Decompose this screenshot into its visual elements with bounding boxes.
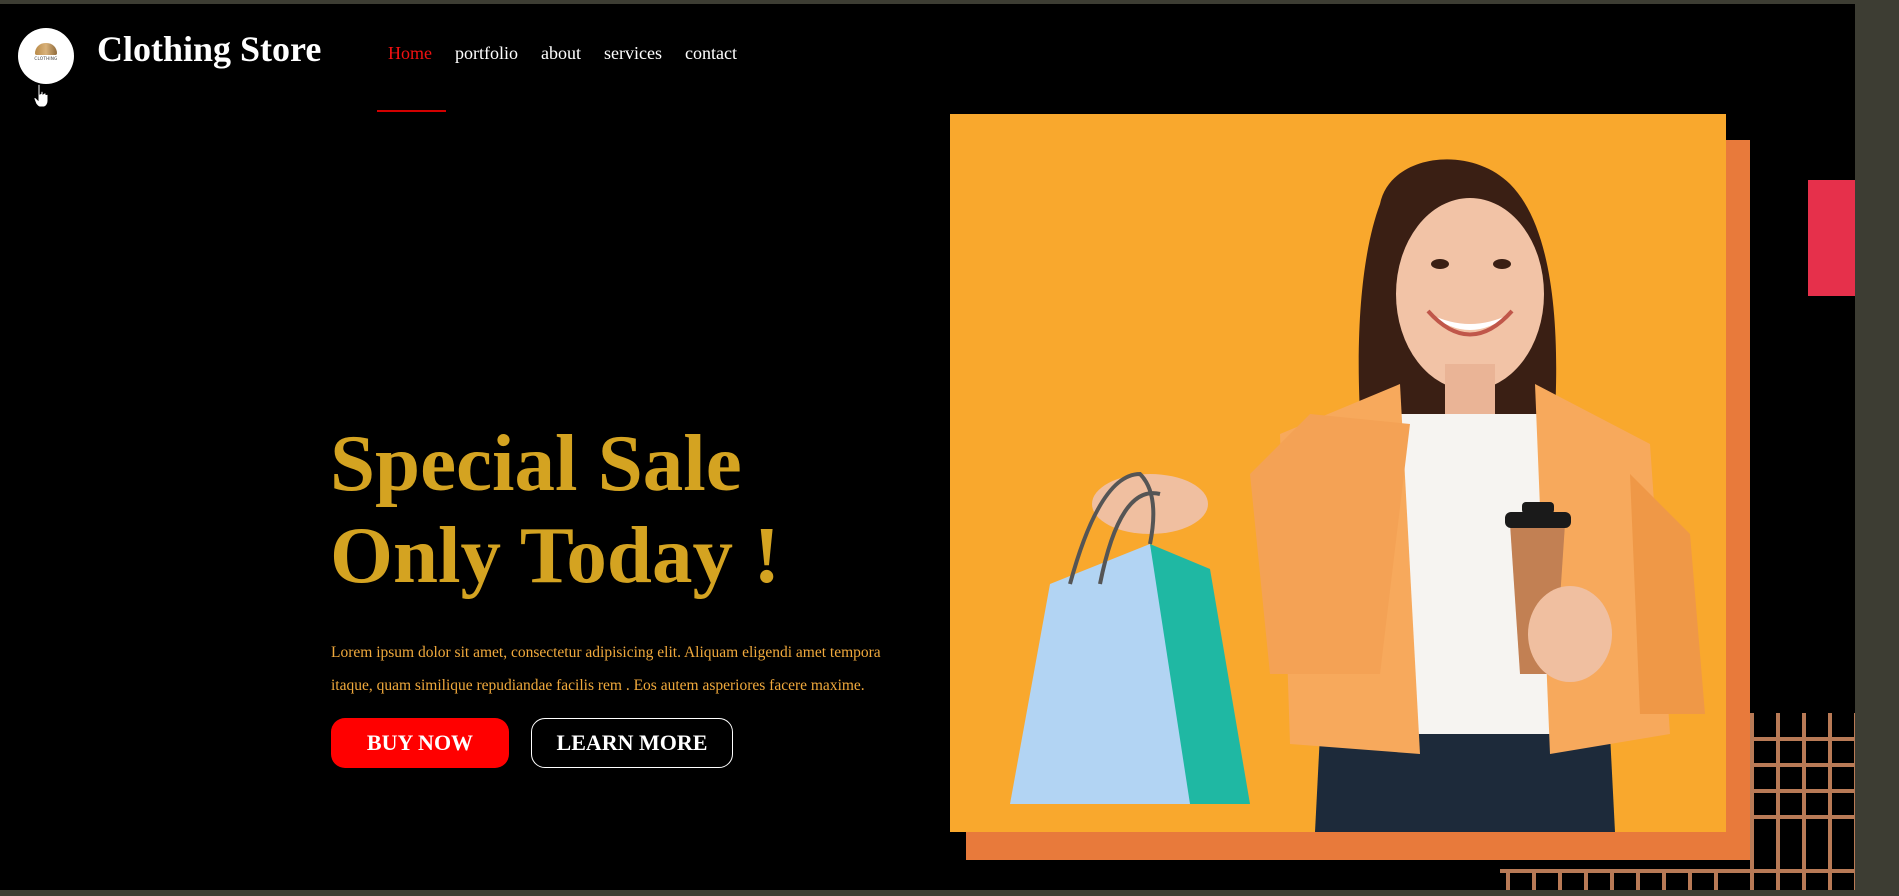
nav-active-indicator bbox=[377, 110, 446, 112]
page: CLOTHING Clothing Store Home portfolio a… bbox=[0, 0, 1899, 896]
nav-about[interactable]: about bbox=[541, 44, 581, 62]
hand-pointer-icon bbox=[33, 84, 49, 108]
headline-line-2: Only Today ! bbox=[330, 510, 781, 600]
headline-line-1: Special Sale bbox=[330, 418, 742, 508]
nav-services[interactable]: services bbox=[604, 44, 662, 62]
nav-contact[interactable]: contact bbox=[685, 44, 737, 62]
site-viewport: CLOTHING Clothing Store Home portfolio a… bbox=[0, 4, 1855, 890]
brand-title[interactable]: Clothing Store bbox=[97, 28, 321, 71]
clothing-logo-icon: CLOTHING bbox=[32, 43, 60, 69]
logo-wordmark: CLOTHING bbox=[34, 56, 58, 61]
hero-headline: Special Sale Only Today ! bbox=[330, 417, 780, 601]
shopper-illustration bbox=[950, 114, 1726, 832]
nav-portfolio[interactable]: portfolio bbox=[455, 44, 518, 62]
pink-accent-block bbox=[1808, 180, 1855, 296]
logo-button[interactable]: CLOTHING bbox=[18, 28, 74, 84]
main-nav: Home portfolio about services contact bbox=[388, 44, 760, 62]
nav-home[interactable]: Home bbox=[388, 44, 432, 62]
learn-more-button[interactable]: LEARN MORE bbox=[531, 718, 733, 768]
hero-photo bbox=[950, 114, 1726, 832]
hero-description: Lorem ipsum dolor sit amet, consectetur … bbox=[331, 643, 881, 694]
buy-now-button[interactable]: BUY NOW bbox=[331, 718, 509, 768]
